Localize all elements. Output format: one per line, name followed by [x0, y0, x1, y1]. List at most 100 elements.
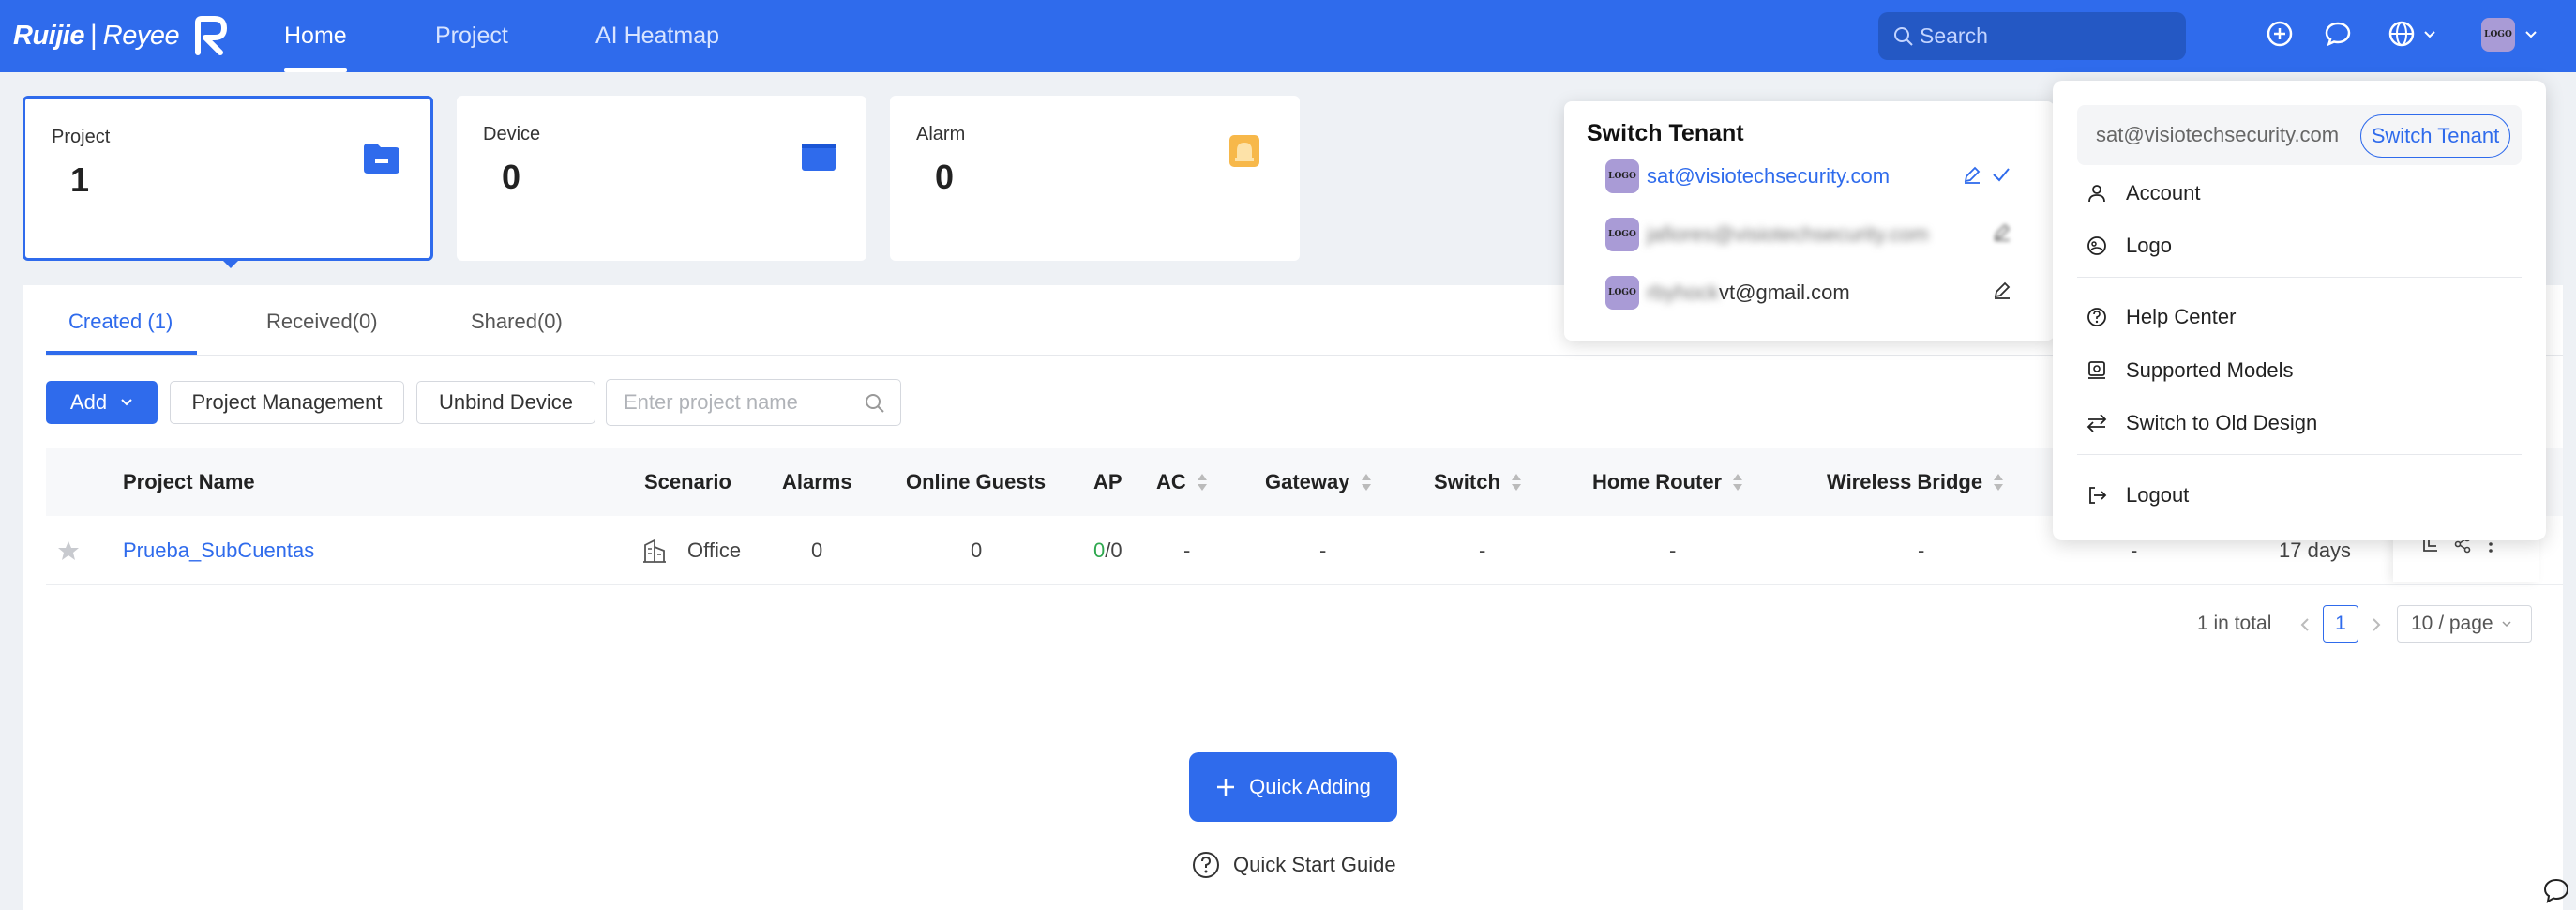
global-search[interactable]: Search: [1878, 12, 2186, 60]
nav-project[interactable]: Project: [435, 0, 508, 72]
sort-icon[interactable]: [1511, 474, 1521, 491]
col-ac-label: AC: [1156, 470, 1186, 493]
prev-page-icon[interactable]: [2298, 617, 2312, 632]
next-page-icon[interactable]: [2370, 617, 2383, 632]
check-icon: [1993, 168, 2010, 182]
card-device[interactable]: Device 0: [457, 96, 866, 261]
menu-item-switch-old-design-label: Switch to Old Design: [2126, 411, 2318, 434]
col-ap[interactable]: AP: [1093, 448, 1122, 516]
brand-logo[interactable]: Ruijie | Reyee: [13, 13, 230, 58]
search-icon: [866, 394, 884, 413]
edit-icon[interactable]: [1992, 221, 2012, 242]
unbind-device-button[interactable]: Unbind Device: [416, 381, 595, 424]
ap-online-value: 0: [1093, 538, 1106, 562]
card-alarm-value: 0: [935, 158, 955, 196]
menu-divider: [2077, 454, 2522, 455]
tab-shared[interactable]: Shared(0): [471, 310, 563, 334]
menu-item-account[interactable]: Account: [2086, 174, 2201, 212]
menu-item-help-center[interactable]: Help Center: [2086, 298, 2236, 336]
sort-icon[interactable]: [1361, 474, 1371, 491]
tenant-item-current[interactable]: LOGO sat@visiotechsecurity.com: [1605, 158, 1890, 195]
col-scenario[interactable]: Scenario: [644, 448, 731, 516]
col-online-guests[interactable]: Online Guests: [906, 448, 1046, 516]
tab-received-label: Received(0): [266, 310, 378, 333]
tenant-avatar: LOGO: [1605, 276, 1639, 310]
nav-ai-heatmap[interactable]: AI Heatmap: [595, 0, 719, 72]
card-project[interactable]: Project 1: [23, 96, 433, 261]
tenant-email-blurred: jafiores@visiotechsecurity.com: [1647, 222, 1929, 246]
support-chat-icon[interactable]: [2542, 877, 2570, 905]
menu-item-switch-old-design[interactable]: Switch to Old Design: [2086, 404, 2317, 442]
sort-icon[interactable]: [1197, 474, 1207, 491]
project-management-label: Project Management: [191, 390, 383, 414]
language-chevron-down-icon[interactable]: [2423, 28, 2436, 41]
globe-icon[interactable]: [2387, 19, 2417, 49]
quick-adding-button[interactable]: Quick Adding: [1189, 752, 1397, 822]
col-ac[interactable]: AC: [1156, 448, 1207, 516]
menu-item-supported-models[interactable]: Supported Models: [2086, 352, 2294, 389]
col-switch-label: Switch: [1434, 470, 1500, 493]
star-icon[interactable]: [57, 540, 80, 561]
top-nav-bar: Ruijie | Reyee Home Project AI Heatmap S…: [0, 0, 2576, 72]
quick-start-guide-label: Quick Start Guide: [1233, 853, 1396, 876]
switch-arrows-icon: [2086, 414, 2107, 432]
col-home-router[interactable]: Home Router: [1592, 448, 1743, 516]
tenant-avatar-text: LOGO: [1608, 230, 1636, 239]
col-alarms-label: Alarms: [782, 470, 852, 493]
card-alarm-label: Alarm: [916, 124, 966, 144]
user-chevron-down-icon[interactable]: [2524, 28, 2538, 41]
col-alarms[interactable]: Alarms: [782, 448, 852, 516]
edit-icon[interactable]: [1992, 280, 2012, 300]
card-alarm[interactable]: Alarm 0: [890, 96, 1300, 261]
nav-home-label: Home: [284, 23, 347, 49]
menu-item-help-center-label: Help Center: [2126, 305, 2237, 328]
col-online-guests-label: Online Guests: [906, 470, 1047, 493]
project-management-button[interactable]: Project Management: [170, 381, 404, 424]
message-icon[interactable]: [2323, 19, 2353, 49]
tab-created[interactable]: Created (1): [68, 310, 173, 334]
pagination-total: 1 in total: [2197, 604, 2271, 644]
tenant-item[interactable]: LOGO rbyhock vt@gmail.com: [1605, 274, 1850, 311]
menu-item-logo[interactable]: Logo: [2086, 227, 2172, 265]
search-icon: [1894, 26, 1913, 46]
brand-separator: |: [89, 20, 98, 51]
logo-icon: [2087, 236, 2106, 255]
nav-home[interactable]: Home: [284, 0, 347, 72]
sort-icon[interactable]: [1733, 474, 1743, 491]
col-gateway[interactable]: Gateway: [1265, 448, 1371, 516]
col-wireless-bridge[interactable]: Wireless Bridge: [1827, 448, 2004, 516]
edit-icon[interactable]: [1962, 164, 1982, 185]
wireless-bridge-value: -: [1918, 538, 1925, 562]
user-avatar[interactable]: LOGO: [2481, 18, 2515, 52]
chevron-down-icon: [121, 399, 132, 406]
col-project-name-label: Project Name: [123, 470, 255, 493]
cell-switch: -: [1479, 516, 1485, 585]
page-number-1[interactable]: 1: [2323, 605, 2358, 643]
page-size-select[interactable]: 10 / page: [2397, 605, 2532, 643]
tab-shared-label: Shared(0): [471, 310, 563, 333]
tab-received[interactable]: Received(0): [266, 310, 378, 334]
page-number-label: 1: [2335, 613, 2346, 634]
project-name-link[interactable]: Prueba_SubCuentas: [123, 538, 314, 563]
menu-item-logout[interactable]: Logout: [2086, 477, 2189, 514]
project-search-placeholder: Enter project name: [624, 390, 798, 414]
cell-project-name[interactable]: Prueba_SubCuentas: [123, 516, 314, 585]
menu-item-logo-label: Logo: [2126, 234, 2172, 257]
ac-value: -: [1183, 538, 1191, 562]
tenant-avatar: LOGO: [1605, 159, 1639, 193]
switch-tenant-button[interactable]: Switch Tenant: [2360, 114, 2510, 158]
plus-circle-icon[interactable]: [2265, 19, 2295, 49]
col-switch[interactable]: Switch: [1434, 448, 1521, 516]
search-placeholder: Search: [1920, 23, 1988, 48]
project-search-input[interactable]: Enter project name: [606, 379, 901, 426]
cell-ap: 0/0: [1093, 516, 1122, 585]
tenant-item[interactable]: LOGO jafiores@visiotechsecurity.com: [1605, 216, 1929, 253]
add-button[interactable]: Add: [46, 381, 158, 424]
alarm-icon: [1229, 135, 1259, 167]
plus-icon: [1217, 779, 1235, 796]
quick-start-guide-link[interactable]: Quick Start Guide: [1192, 844, 1396, 886]
cell-scenario: Office: [642, 516, 741, 585]
sort-icon[interactable]: [1994, 474, 2004, 491]
cell-gateway: -: [1319, 516, 1326, 585]
col-project-name[interactable]: Project Name: [123, 448, 255, 516]
